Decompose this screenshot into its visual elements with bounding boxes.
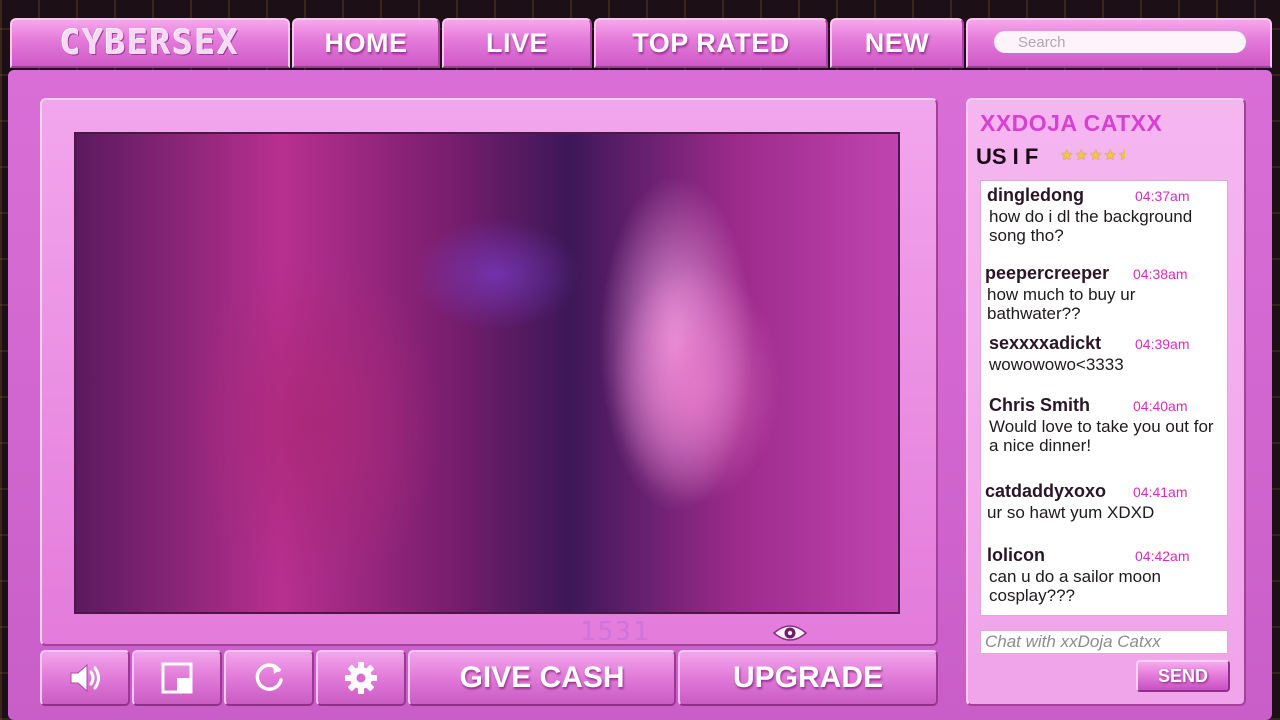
give-cash-button[interactable]: GIVE CASH <box>408 650 676 706</box>
nav-live[interactable]: LIVE <box>442 18 592 68</box>
chat-username[interactable]: Chris Smith <box>989 395 1090 416</box>
chat-username[interactable]: sexxxxadickt <box>989 333 1101 354</box>
chat-username[interactable]: peepercreeper <box>985 263 1109 284</box>
chat-text: how much to buy ur bathwater?? <box>987 285 1136 323</box>
chat-username[interactable]: dingledong <box>987 185 1084 206</box>
star-icon: ★ <box>1074 147 1089 164</box>
chat-text: can u do a sailor moon cosplay??? <box>989 567 1161 605</box>
star-icon: ★ <box>1088 147 1104 164</box>
eye-icon <box>772 625 808 641</box>
site-logo[interactable]: CYBERSEX <box>10 18 290 68</box>
chat-username[interactable]: lolicon <box>987 545 1045 566</box>
chat-text: wowowowo<3333 <box>989 355 1124 374</box>
nav-new[interactable]: NEW <box>830 18 964 68</box>
streamer-meta: US I F <box>976 144 1039 169</box>
chat-timestamp: 04:40am <box>1133 398 1188 414</box>
upgrade-button[interactable]: UPGRADE <box>678 650 938 706</box>
viewer-count: 1531 <box>580 617 651 647</box>
chat-timestamp: 04:38am <box>1133 266 1188 282</box>
nav-top-rated[interactable]: TOP RATED <box>594 18 828 68</box>
refresh-button[interactable] <box>224 650 314 706</box>
gear-icon <box>345 662 377 694</box>
rating-stars: ★★★★★ <box>1060 146 1125 166</box>
nav-top-rated-label: TOP RATED <box>632 27 790 58</box>
send-button[interactable]: SEND <box>1136 660 1230 692</box>
fullscreen-icon <box>161 662 193 694</box>
chat-text: Would love to take you out for a nice di… <box>989 417 1214 455</box>
logo-text: CYBERSEX <box>60 23 240 63</box>
settings-button[interactable] <box>316 650 406 706</box>
chat-timestamp: 04:41am <box>1133 484 1188 500</box>
volume-button[interactable] <box>40 650 130 706</box>
chat-message: Chris Smith 04:40am Would love to take y… <box>989 395 1225 455</box>
upgrade-label: UPGRADE <box>732 661 883 694</box>
chat-message: lolicon 04:42am can u do a sailor moon c… <box>987 545 1223 605</box>
search-bar <box>966 18 1272 68</box>
refresh-icon <box>255 663 283 691</box>
chat-message: dingledong 04:37am how do i dl the backg… <box>987 185 1223 245</box>
chat-message: peepercreeper 04:38am how much to buy ur… <box>985 263 1221 323</box>
chat-message: sexxxxadickt 04:39am wowowowo<3333 <box>989 333 1225 377</box>
star-icon: ★ <box>1103 147 1118 164</box>
chat-username[interactable]: catdaddyxoxo <box>985 481 1106 502</box>
send-label: SEND <box>1157 665 1208 686</box>
chat-text: how do i dl the background song tho? <box>989 207 1193 245</box>
streamer-name[interactable]: XXDOJA CATXX <box>980 110 1220 138</box>
nav-new-label: NEW <box>864 27 930 58</box>
chat-message: catdaddyxoxo 04:41am ur so hawt yum XDXD <box>985 481 1221 525</box>
chat-timestamp: 04:37am <box>1135 188 1190 204</box>
video-player[interactable] <box>74 132 900 614</box>
chat-timestamp: 04:42am <box>1135 548 1190 564</box>
chat-text: ur so hawt yum XDXD <box>987 503 1155 522</box>
chat-input[interactable] <box>980 630 1228 654</box>
fullscreen-button[interactable] <box>132 650 222 706</box>
nav-home[interactable]: HOME <box>292 18 440 68</box>
nav-home-label: HOME <box>324 27 408 58</box>
nav-live-label: LIVE <box>485 27 548 58</box>
star-icon: ★ <box>1060 147 1075 164</box>
give-cash-label: GIVE CASH <box>459 661 625 694</box>
half-star-icon: ★ <box>1118 146 1125 164</box>
speaker-icon <box>70 663 100 693</box>
chat-log[interactable]: dingledong 04:37am how do i dl the backg… <box>980 180 1228 616</box>
chat-timestamp: 04:39am <box>1135 336 1190 352</box>
search-input[interactable] <box>994 31 1246 53</box>
